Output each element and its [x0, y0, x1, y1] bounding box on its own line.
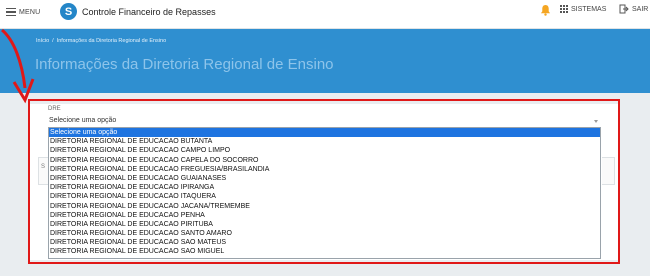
page-header: Início / Informações da Diretoria Regional… — [0, 29, 650, 93]
logout-icon — [619, 4, 629, 14]
dre-option[interactable]: DIRETORIA REGIONAL DE EDUCACAO BUTANTA — [49, 137, 600, 146]
background-fragment: S — [41, 164, 46, 170]
dre-option[interactable]: DIRETORIA REGIONAL DE EDUCACAO CAPELA DO… — [49, 156, 600, 165]
menu-label: MENU — [19, 8, 41, 16]
app-logo: S — [60, 3, 77, 20]
breadcrumb-separator: / — [52, 38, 54, 44]
dre-option[interactable]: DIRETORIA REGIONAL DE EDUCACAO GUAIANASE… — [49, 174, 600, 183]
apps-grid-icon — [560, 5, 568, 13]
top-bar: MENU S Controle Financeiro de Repasses S… — [0, 0, 650, 29]
dre-option[interactable]: Selecione uma opção — [49, 128, 600, 138]
systems-label: SISTEMAS — [571, 5, 607, 13]
logout-button[interactable]: SAIR — [619, 4, 648, 14]
systems-button[interactable]: SISTEMAS — [560, 5, 606, 13]
hamburger-icon — [6, 8, 16, 16]
breadcrumb: Início / Informações da Diretoria Regional… — [36, 38, 166, 44]
dre-option[interactable]: DIRETORIA REGIONAL DE EDUCACAO PENHA — [49, 211, 600, 220]
dre-option[interactable]: DIRETORIA REGIONAL DE EDUCACAO FREGUESIA… — [49, 165, 600, 174]
bell-icon[interactable] — [540, 4, 551, 16]
dre-option[interactable]: DIRETORIA REGIONAL DE EDUCACAO SAO MIGUE… — [49, 247, 600, 256]
dre-option[interactable]: DIRETORIA REGIONAL DE EDUCACAO SAO MATEU… — [49, 238, 600, 247]
dre-option[interactable]: DIRETORIA REGIONAL DE EDUCACAO JACANA/TR… — [49, 202, 600, 211]
menu-button[interactable]: MENU — [6, 8, 40, 16]
dre-select-value: Selecione uma opção — [49, 117, 117, 124]
dre-options-list[interactable]: Selecione uma opção DIRETORIA REGIONAL DE… — [48, 127, 601, 259]
dre-option[interactable]: DIRETORIA REGIONAL DE EDUCACAO IPIRANGA — [49, 183, 600, 192]
dre-label: DRE — [48, 106, 61, 112]
background-row-end — [602, 157, 615, 185]
app-title: Controle Financeiro de Repasses — [82, 7, 216, 17]
logout-label: SAIR — [632, 5, 649, 13]
dre-option[interactable]: DIRETORIA REGIONAL DE EDUCACAO CAMPO LIM… — [49, 146, 600, 155]
breadcrumb-home-link[interactable]: Início — [36, 38, 49, 44]
dre-option[interactable]: DIRETORIA REGIONAL DE EDUCACAO PIRITUBA — [49, 220, 600, 229]
dre-option[interactable]: DIRETORIA REGIONAL DE EDUCACAO SANTO AMA… — [49, 229, 600, 238]
chevron-down-icon — [594, 120, 598, 123]
breadcrumb-current: Informações da Diretoria Regional de Ens… — [56, 38, 167, 44]
page-title: Informações da Diretoria Regional de Ens… — [35, 56, 334, 73]
dre-option[interactable]: DIRETORIA REGIONAL DE EDUCACAO ITAQUERA — [49, 192, 600, 201]
